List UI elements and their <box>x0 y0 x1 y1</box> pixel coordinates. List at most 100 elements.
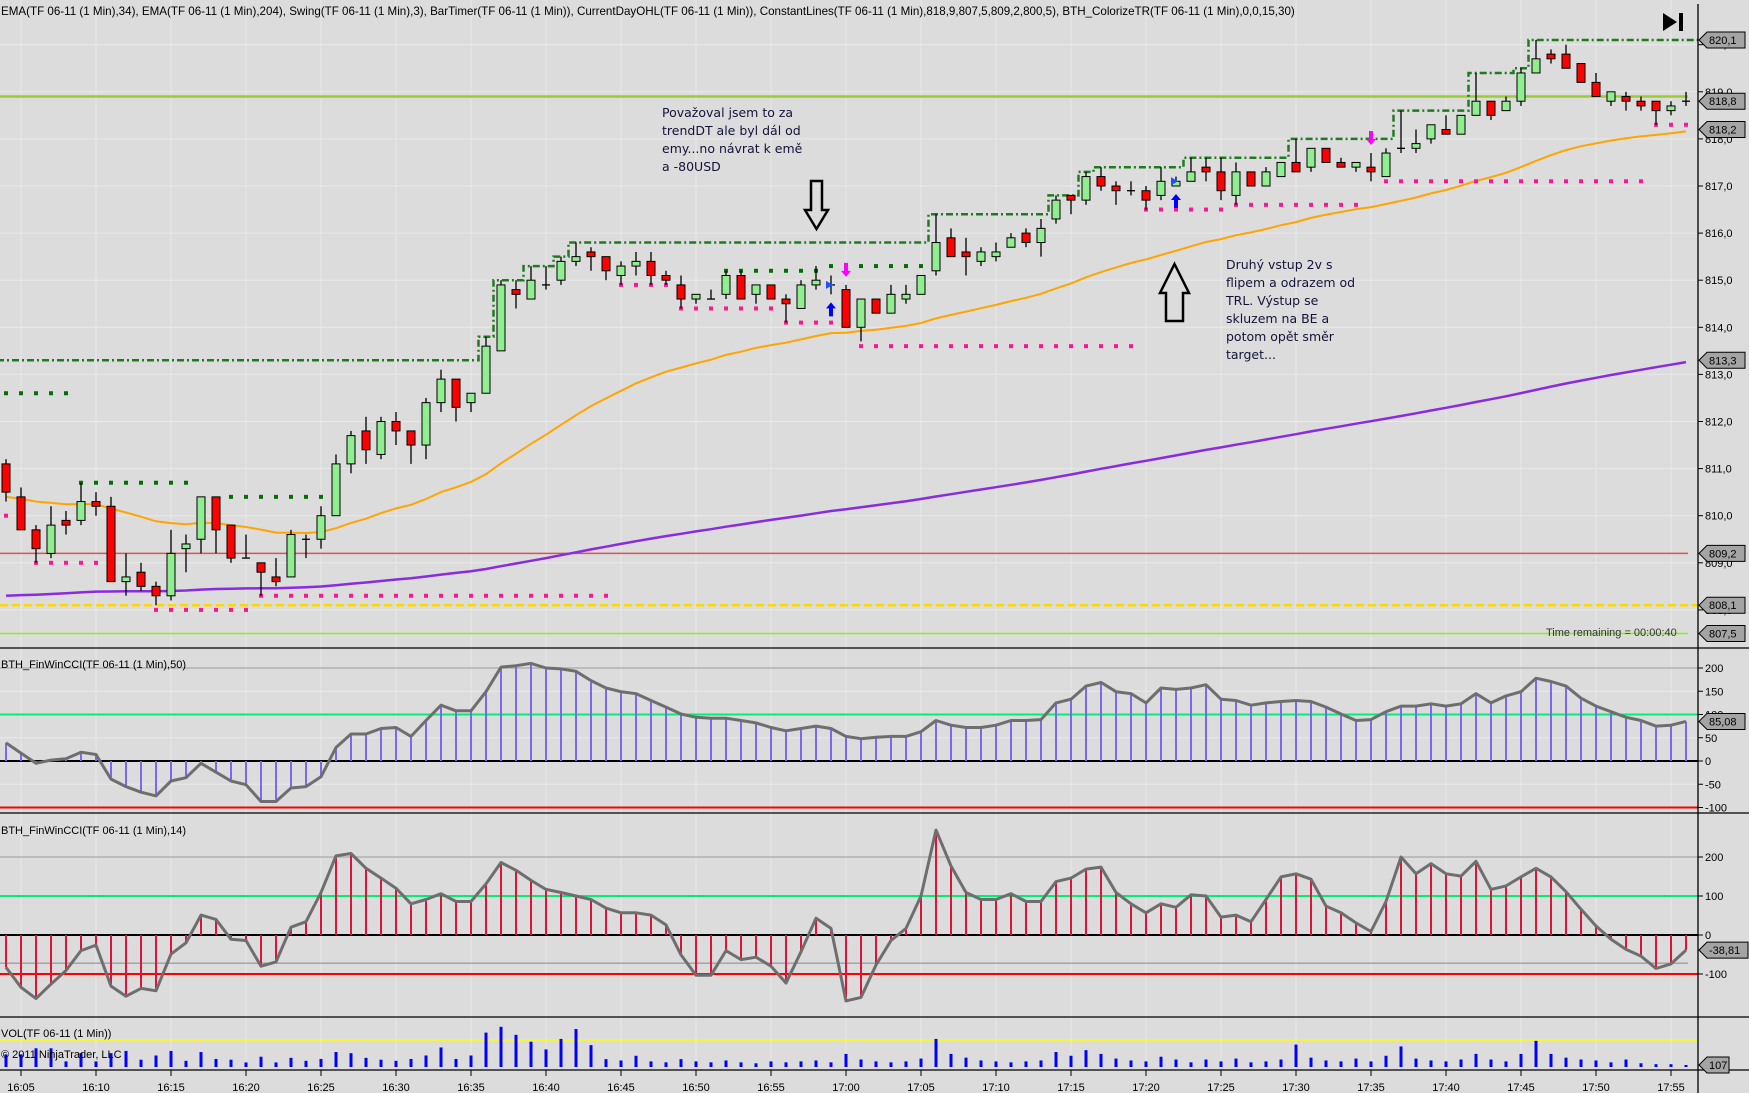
candle <box>1006 233 1016 248</box>
volume-panel-label: VOL(TF 06-11 (1 Min)) <box>1 1028 112 1040</box>
candle-body <box>211 496 221 531</box>
swing-low-dot <box>1684 122 1688 127</box>
candle-body <box>841 289 851 328</box>
candle-body <box>1471 100 1481 116</box>
candle-body <box>16 496 26 531</box>
swing-low-dot <box>1219 207 1223 212</box>
candle-body <box>91 501 101 507</box>
swing-low-dot <box>1084 344 1088 349</box>
candle <box>1321 147 1331 163</box>
candle <box>751 284 761 304</box>
swing-low-dot <box>1639 179 1643 184</box>
candle <box>1636 96 1646 111</box>
time-label: 17:50 <box>1582 1082 1610 1093</box>
swing-low-dot <box>1474 179 1478 184</box>
swing-low-dot <box>934 344 938 349</box>
swing-low-dot <box>1414 179 1418 184</box>
swing-low-dot <box>454 593 458 598</box>
axes: 200150100500-50-1002001000-100808,0809,0… <box>0 4 1749 1093</box>
swing-low-dot <box>544 593 548 598</box>
candle-body <box>181 543 191 550</box>
candle <box>242 534 250 559</box>
candle <box>1441 115 1451 135</box>
price-flag: 807,5 <box>1698 624 1746 642</box>
swing-high-dot <box>259 494 263 499</box>
candle-body <box>286 534 296 578</box>
time-label: 17:15 <box>1057 1082 1085 1093</box>
candle <box>616 261 626 285</box>
cci50-value-flag: 85,08 <box>1698 712 1746 730</box>
time-label: 16:55 <box>757 1082 785 1093</box>
candle-body <box>1246 171 1256 187</box>
swing-low-dot <box>904 344 908 349</box>
candle <box>1501 96 1511 112</box>
candle-body <box>736 274 746 300</box>
price-tick-label: 813,0 <box>1705 369 1733 381</box>
candle-body <box>1606 91 1616 102</box>
candle-body <box>1486 100 1496 116</box>
candle-body <box>391 421 401 432</box>
swing-high-dot <box>34 391 38 396</box>
candle-body <box>1381 152 1391 178</box>
candle <box>1291 138 1301 173</box>
candle <box>766 284 776 300</box>
candle-body <box>1231 171 1241 196</box>
swing-low-dot <box>739 306 743 311</box>
candle <box>1456 114 1466 135</box>
candle-body <box>421 402 431 446</box>
swing-low-dot <box>214 607 218 612</box>
candle <box>1 459 11 502</box>
candle <box>931 214 941 276</box>
candle-body <box>46 524 56 554</box>
candle-body <box>1081 176 1091 201</box>
scroll-to-end-button[interactable] <box>1660 11 1686 33</box>
swing-low-dot <box>394 593 398 598</box>
candle-body <box>1051 199 1061 220</box>
swing-low-dot <box>1624 179 1628 184</box>
chart-canvas[interactable]: 200150100500-50-1002001000-100808,0809,0… <box>0 0 1749 1093</box>
swing-low-dot <box>4 513 8 518</box>
candle-body <box>721 274 731 295</box>
candle <box>1606 91 1616 106</box>
candle <box>1591 72 1601 98</box>
candle-body <box>1531 58 1541 74</box>
swing-high-dot <box>784 268 788 273</box>
price-flag-text: -38,81 <box>1709 945 1740 957</box>
swing-low-dot <box>1009 344 1013 349</box>
time-label: 17:30 <box>1282 1082 1310 1093</box>
cci14-tick-label: 200 <box>1705 852 1723 864</box>
swing-low-dot <box>979 344 983 349</box>
swing-high-dot <box>109 480 113 485</box>
swing-low-dot <box>994 344 998 349</box>
annotation-down-arrow-icon <box>802 179 831 232</box>
swing-high-dot <box>244 494 248 499</box>
candle-body <box>1561 53 1571 69</box>
swing-low-dot <box>319 593 323 598</box>
swing-low-dot <box>1324 202 1328 207</box>
time-label: 16:05 <box>7 1082 35 1093</box>
swing-high-dot <box>319 494 323 499</box>
candle <box>31 525 41 563</box>
candle-body <box>1066 194 1076 201</box>
swing-low-dot <box>379 593 383 598</box>
candle <box>871 298 881 314</box>
candle <box>781 294 791 323</box>
candle-body <box>121 576 131 583</box>
candle-body <box>811 279 821 286</box>
swing-high-dot <box>64 391 68 396</box>
time-label: 17:45 <box>1507 1082 1535 1093</box>
candle-body <box>76 501 86 521</box>
candle-body <box>1291 161 1301 173</box>
candle <box>226 524 236 563</box>
swing-low-dot <box>94 560 98 565</box>
cci14-tick-label: -100 <box>1705 969 1727 981</box>
price-flag: 813,3 <box>1698 351 1746 369</box>
swing-high-dot <box>124 480 128 485</box>
time-label: 16:15 <box>157 1082 185 1093</box>
swing-low-dot <box>49 560 53 565</box>
cci14-panel-label: BTH_FinWinCCI(TF 06-11 (1 Min),14) <box>1 825 186 837</box>
candle <box>1366 153 1376 182</box>
candle <box>466 392 476 413</box>
swing-low-dot <box>244 607 248 612</box>
swing-low-dot <box>1204 207 1208 212</box>
